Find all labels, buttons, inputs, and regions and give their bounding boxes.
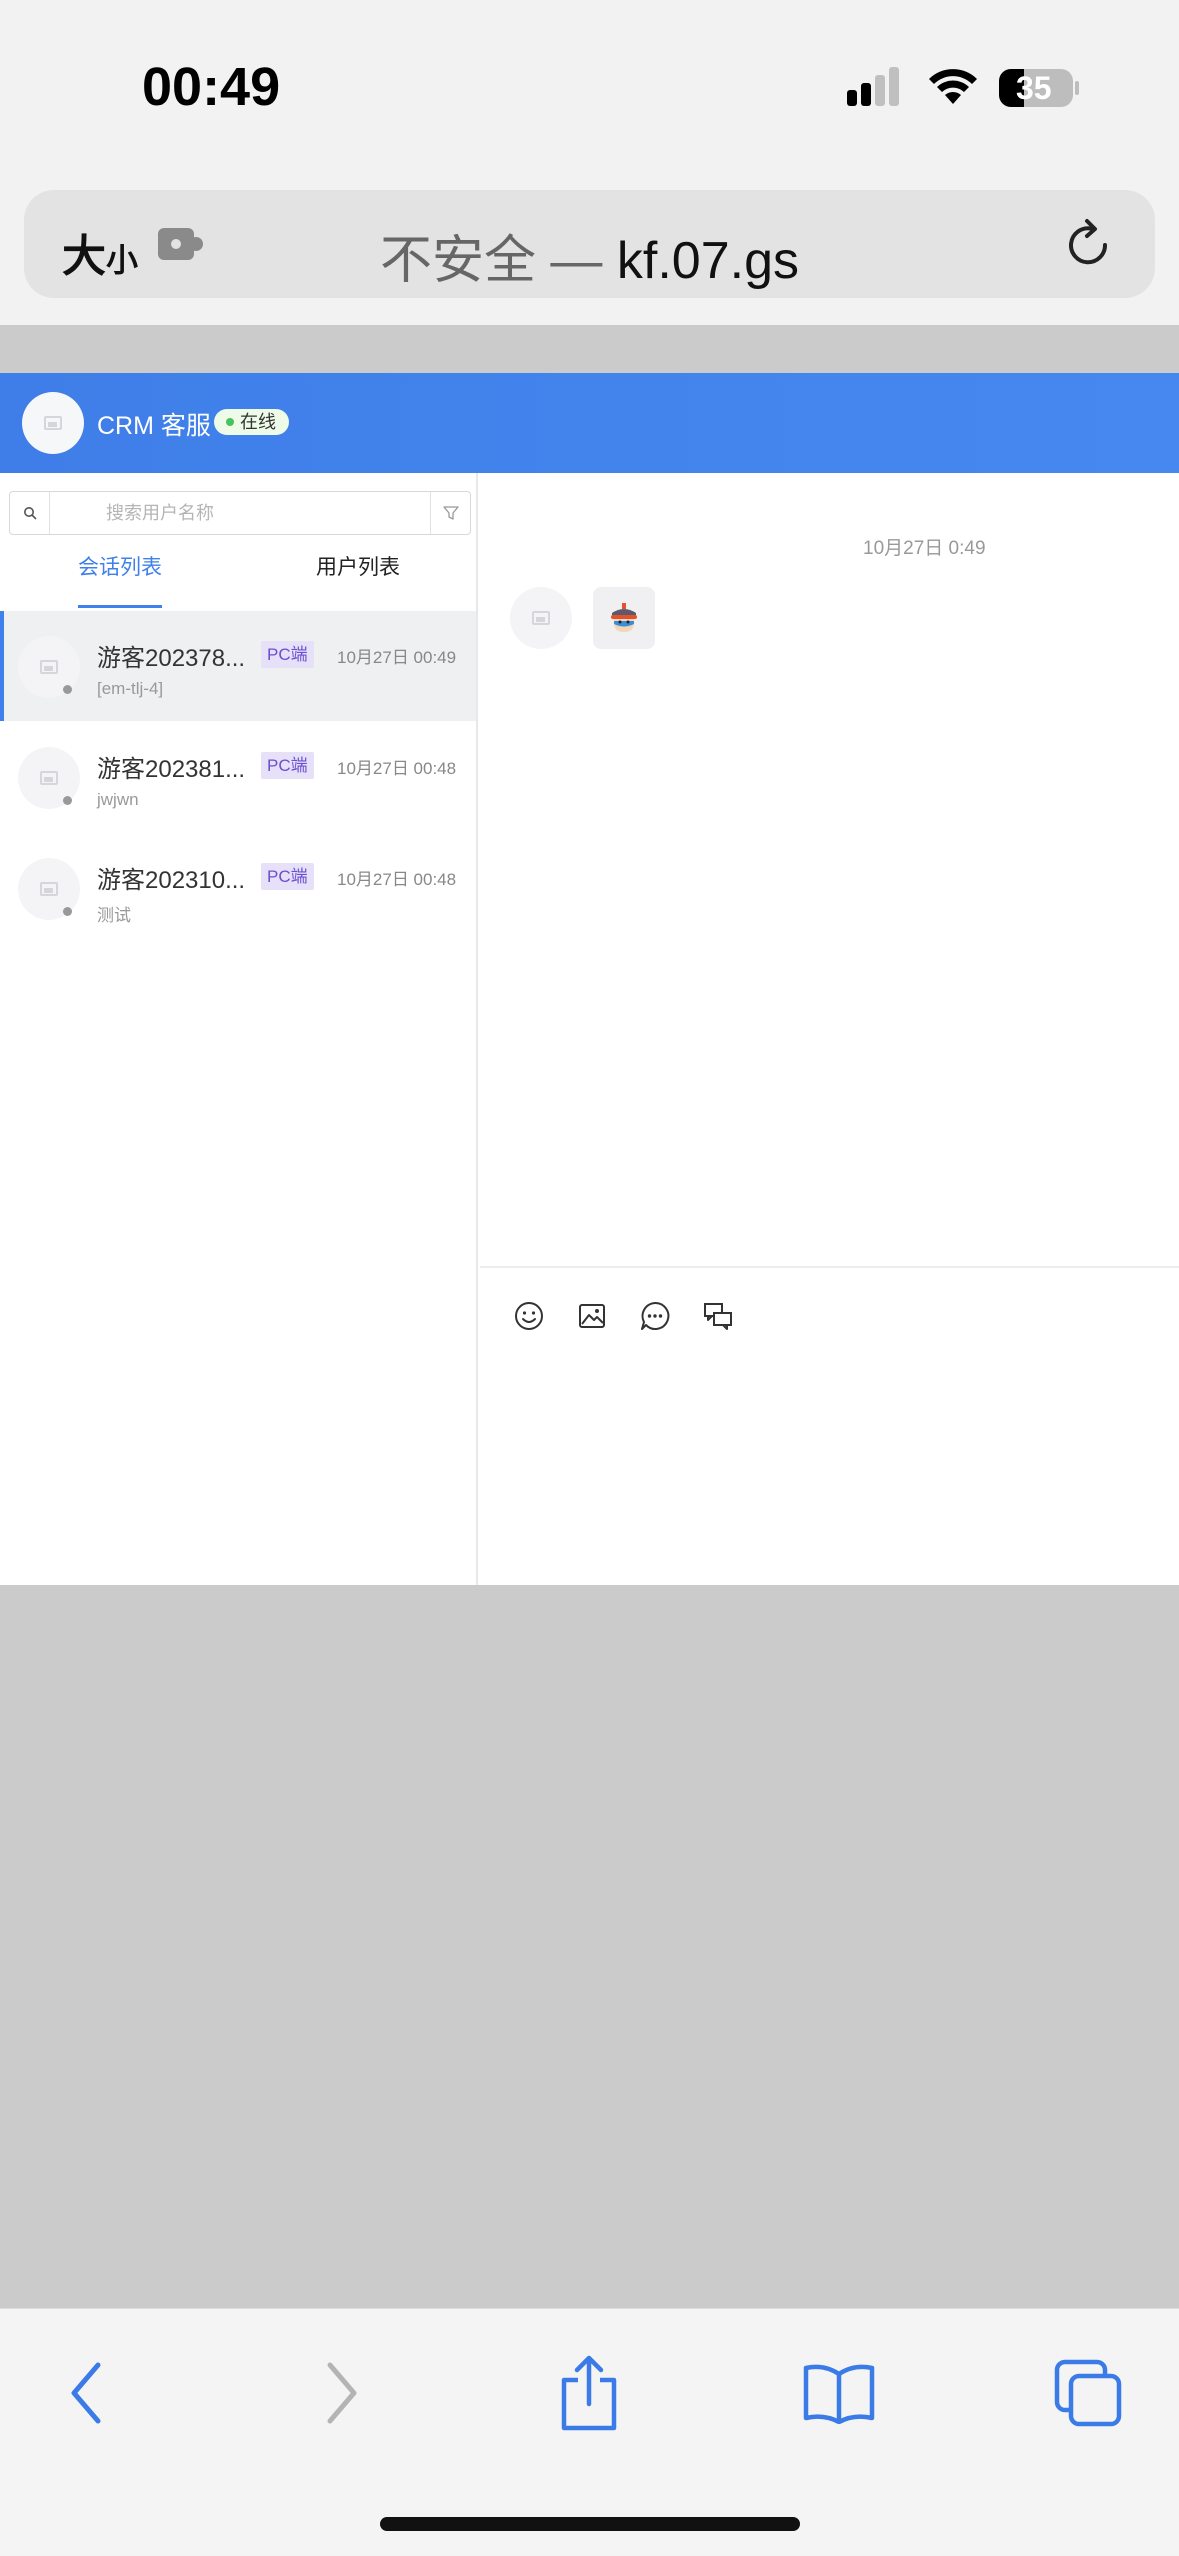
active-tab-indicator bbox=[78, 605, 162, 608]
conversation-item[interactable]: 游客202310... PC端 10月27日 00:48 测试 bbox=[0, 833, 476, 943]
transfer-icon[interactable] bbox=[699, 1297, 737, 1335]
search-icon[interactable] bbox=[10, 492, 50, 534]
platform-badge: PC端 bbox=[261, 641, 314, 668]
tab-sessions[interactable]: 会话列表 bbox=[78, 553, 162, 609]
url-prefix: 不安全 — bbox=[379, 232, 617, 290]
home-indicator bbox=[380, 2517, 800, 2531]
tab-users[interactable]: 用户列表 bbox=[316, 553, 400, 609]
quick-reply-icon[interactable] bbox=[636, 1297, 674, 1335]
main-panel: 会话列表 用户列表 游客202378... PC端 10月27日 00:49 [… bbox=[0, 473, 1179, 1585]
conversation-name: 游客202381... bbox=[97, 756, 246, 783]
status-time: 00:49 bbox=[142, 57, 281, 117]
emoji-icon[interactable] bbox=[510, 1297, 548, 1335]
sidebar-tabs: 会话列表 用户列表 bbox=[0, 553, 476, 609]
browser-address-area: 大小 不安全 — kf.07.gs bbox=[0, 165, 1179, 325]
conversation-item[interactable]: 游客202378... PC端 10月27日 00:49 [em-tlj-4] bbox=[0, 611, 476, 721]
forward-icon[interactable] bbox=[302, 2353, 382, 2433]
presence-dot bbox=[63, 796, 72, 805]
battery-level: 35 bbox=[1016, 70, 1052, 106]
presence-dot bbox=[63, 907, 72, 916]
reload-icon[interactable] bbox=[1061, 218, 1115, 272]
app-header: CRM 客服 在线 bbox=[0, 373, 1179, 473]
conversation-item[interactable]: 游客202381... PC端 10月27日 00:48 jwjwn bbox=[0, 722, 476, 832]
chat-area: 10月27日 0:49 bbox=[480, 473, 1179, 1585]
conversation-preview: [em-tlj-4] bbox=[97, 679, 164, 698]
wifi-icon bbox=[929, 69, 977, 104]
search-box bbox=[9, 491, 471, 535]
presence-dot bbox=[63, 685, 72, 694]
avatar-placeholder-icon bbox=[40, 771, 58, 785]
platform-badge: PC端 bbox=[261, 863, 314, 890]
app-title: CRM 客服 bbox=[97, 412, 211, 440]
conversation-name: 游客202310... bbox=[97, 867, 246, 894]
status-bar: 00:49 35 bbox=[0, 0, 1179, 165]
message-bubble[interactable] bbox=[593, 587, 655, 649]
battery-icon: 35 bbox=[998, 68, 1080, 108]
conversation-preview: jwjwn bbox=[97, 790, 139, 809]
composer-divider bbox=[480, 1266, 1179, 1268]
page-gap bbox=[0, 325, 1179, 373]
tabs-icon[interactable] bbox=[1048, 2353, 1128, 2433]
online-status-badge[interactable]: 在线 bbox=[214, 409, 289, 435]
url-text: 不安全 — kf.07.gs bbox=[24, 218, 1155, 293]
image-icon[interactable] bbox=[573, 1297, 611, 1335]
cellular-signal-icon bbox=[847, 67, 899, 106]
conversation-time: 10月27日 00:48 bbox=[337, 870, 457, 889]
search-input[interactable] bbox=[56, 496, 416, 530]
share-icon[interactable] bbox=[549, 2353, 629, 2433]
agent-avatar[interactable] bbox=[22, 392, 84, 454]
emoji-sticker-icon bbox=[611, 603, 637, 632]
avatar-placeholder-icon bbox=[44, 416, 62, 430]
bookmarks-icon[interactable] bbox=[799, 2353, 879, 2433]
avatar-placeholder-icon bbox=[40, 660, 58, 674]
message-timestamp: 10月27日 0:49 bbox=[863, 538, 986, 559]
conversation-sidebar: 会话列表 用户列表 游客202378... PC端 10月27日 00:49 [… bbox=[0, 473, 478, 1585]
address-bar[interactable]: 大小 不安全 — kf.07.gs bbox=[24, 190, 1155, 298]
back-icon[interactable] bbox=[46, 2353, 126, 2433]
conversation-preview: 测试 bbox=[97, 906, 131, 925]
sender-avatar bbox=[510, 587, 572, 649]
conversation-name: 游客202378... bbox=[97, 645, 246, 672]
avatar-placeholder-icon bbox=[40, 882, 58, 896]
url-domain: kf.07.gs bbox=[616, 232, 799, 290]
conversation-time: 10月27日 00:48 bbox=[337, 759, 457, 778]
filter-icon[interactable] bbox=[430, 492, 470, 534]
conversation-time: 10月27日 00:49 bbox=[337, 648, 457, 667]
avatar-placeholder-icon bbox=[532, 611, 550, 625]
platform-badge: PC端 bbox=[261, 752, 314, 779]
